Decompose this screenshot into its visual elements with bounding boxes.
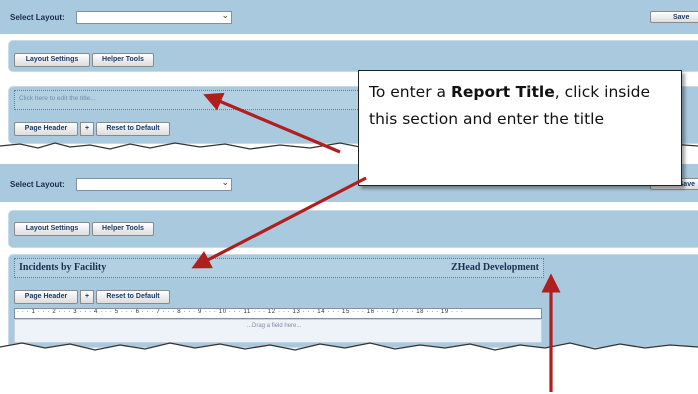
report-title-field[interactable]: Incidents by Facility ZHead Development	[14, 258, 544, 278]
report-title-field[interactable]: Click here to edit the title...	[14, 90, 362, 110]
bottom-torn-edge	[0, 342, 698, 364]
page-header-button[interactable]: Page Header	[14, 290, 78, 304]
chevron-down-icon: ⌄	[221, 11, 229, 21]
select-layout-label: Select Layout:	[10, 180, 65, 189]
save-label: Save	[673, 14, 690, 21]
ruler: · · · 1 · · · 2 · · · 3 · · · 4 · · · 5 …	[14, 308, 542, 319]
layout-settings-button[interactable]: Layout Settings	[14, 222, 90, 236]
expand-plus-button[interactable]: +	[80, 290, 94, 304]
report-title-callout: To enter a Report Title, click inside th…	[358, 70, 682, 186]
reset-to-default-button[interactable]: Reset to Default	[96, 290, 170, 304]
callout-text-bold: Report Title	[450, 83, 555, 101]
drag-hint: ...Drag a field here...	[247, 323, 302, 329]
helper-tools-button[interactable]: Helper Tools	[92, 53, 154, 67]
title-placeholder: Click here to edit the title...	[19, 95, 96, 102]
select-layout-label: Select Layout:	[10, 13, 65, 22]
callout-text-before: To enter a	[369, 83, 451, 101]
layout-settings-button[interactable]: Layout Settings	[14, 53, 90, 67]
ruler-marks: · · · 1 · · · 2 · · · 3 · · · 4 · · · 5 …	[17, 309, 464, 315]
chevron-down-icon: ⌄	[221, 178, 229, 188]
layout-select[interactable]: ⌄	[76, 11, 232, 24]
layout-select[interactable]: ⌄	[76, 178, 232, 191]
save-button[interactable]: Save	[650, 11, 698, 23]
bottom-screenshot: Select Layout: ⌄ Save Layout Settings He…	[0, 164, 698, 350]
company-name-text: ZHead Development	[450, 262, 539, 273]
helper-tools-button[interactable]: Helper Tools	[92, 222, 154, 236]
report-title-text: Incidents by Facility	[19, 262, 107, 273]
